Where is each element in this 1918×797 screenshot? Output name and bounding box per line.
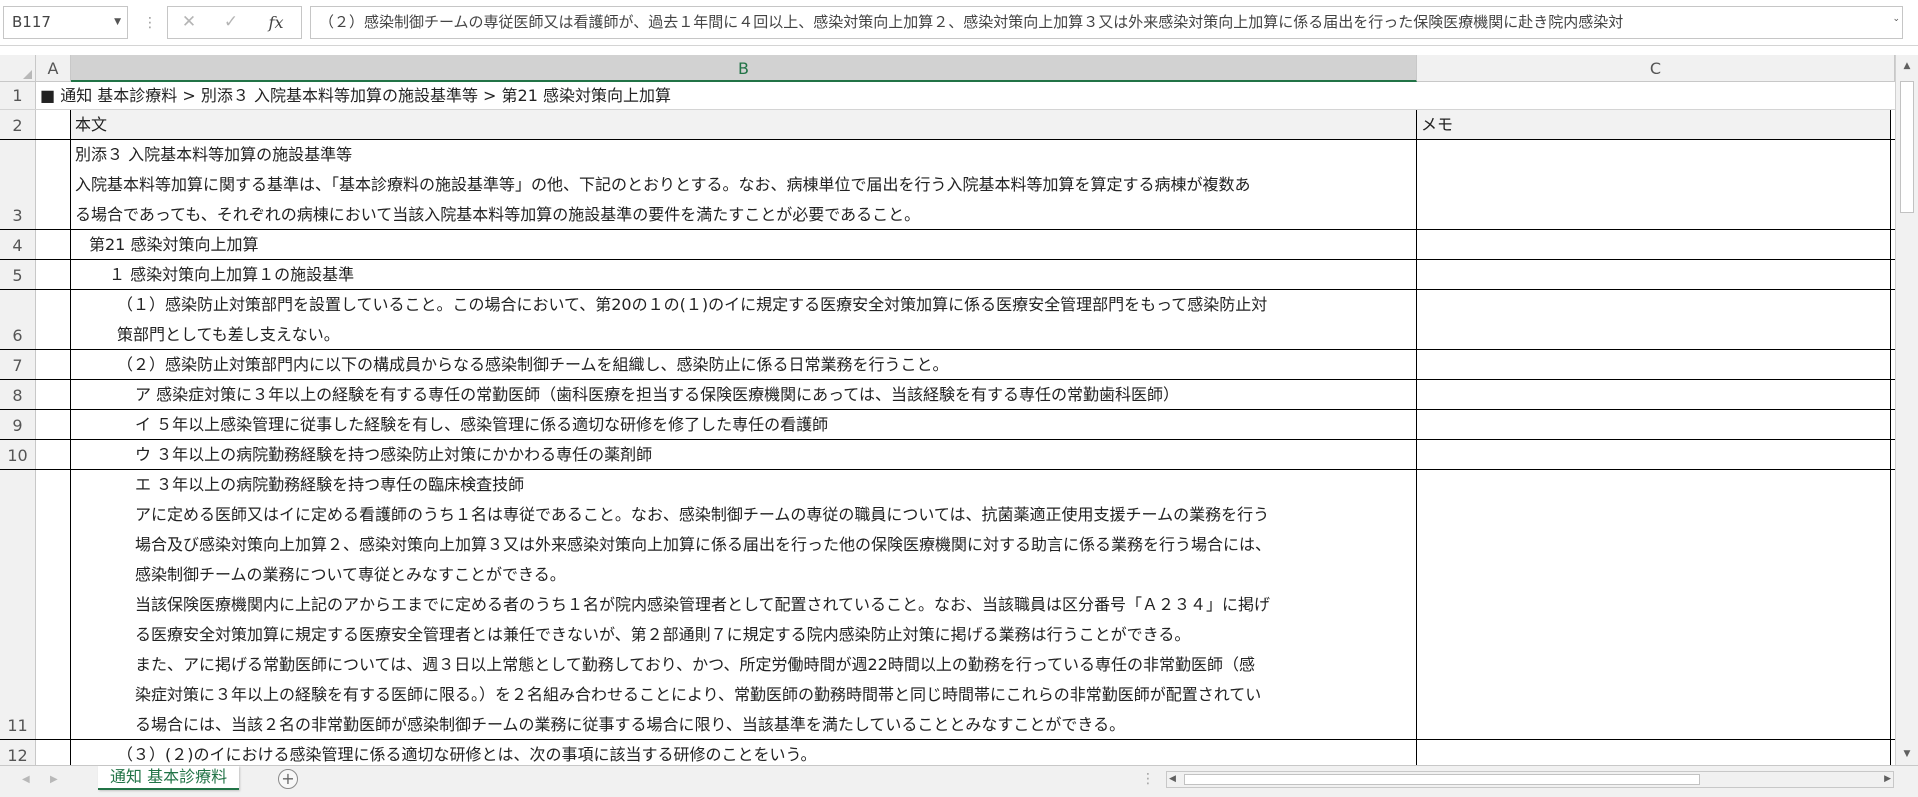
cell-b9[interactable]: イ ５年以上感染管理に従事した経験を有し、感染管理に係る適切な研修を修了した専任… — [71, 410, 1417, 439]
table-row: 7 （２）感染防止対策部門内に以下の構成員からなる感染制御チームを組織し、感染防… — [0, 350, 1895, 380]
cell-b12[interactable]: （３）(２)のイにおける感染管理に係る適切な研修とは、次の事項に該当する研修のこ… — [71, 740, 1417, 765]
vertical-scroll-thumb[interactable] — [1900, 81, 1914, 213]
row-header[interactable]: 9 — [0, 410, 36, 439]
sheet-tab-active[interactable]: 通知 基本診療料 — [98, 766, 240, 790]
column-header-c[interactable]: C — [1417, 55, 1895, 82]
sheet-tab-bar: ◀ ▶ 通知 基本診療料 + ⋮ ◀ ▶ — [0, 765, 1918, 797]
cell-a6[interactable] — [36, 290, 71, 349]
formula-bar: B117 ▼ ⋮ ✕ ✓ fx （２）感染制御チームの専従医師又は看護師が、過去… — [0, 0, 1918, 46]
cell-c3[interactable] — [1417, 140, 1891, 229]
table-row: 11 エ ３年以上の病院勤務経験を持つ専任の臨床検査技師 アに定める医師又はイに… — [0, 470, 1895, 740]
table-row: 5 １ 感染対策向上加算１の施設基準 — [0, 260, 1895, 290]
cancel-icon[interactable]: ✕ — [174, 7, 204, 38]
cell-a11[interactable] — [36, 470, 71, 739]
column-headers: A B C — [0, 55, 1895, 82]
table-row: 2 本文 メモ — [0, 110, 1895, 140]
table-row: 9 イ ５年以上感染管理に従事した経験を有し、感染管理に係る適切な研修を修了した… — [0, 410, 1895, 440]
table-row: 10 ウ ３年以上の病院勤務経験を持つ感染防止対策にかかわる専任の薬剤師 — [0, 440, 1895, 470]
cell-c4[interactable] — [1417, 230, 1891, 259]
cell-b4[interactable]: 第21 感染対策向上加算 — [71, 230, 1417, 259]
cell-a7[interactable] — [36, 350, 71, 379]
cell-b1[interactable]: ■ 通知 基本診療料 > 別添３ 入院基本料等加算の施設基準等 > 第21 感染… — [36, 82, 1856, 109]
expand-formula-bar-icon[interactable]: ⌄ — [1892, 14, 1900, 24]
scroll-right-icon[interactable]: ▶ — [1884, 772, 1891, 787]
cell-c2[interactable]: メモ — [1417, 110, 1891, 139]
row-header[interactable]: 5 — [0, 260, 36, 289]
cell-a10[interactable] — [36, 440, 71, 469]
cell-c11[interactable] — [1417, 470, 1891, 739]
table-row: 3 別添３ 入院基本料等加算の施設基準等 入院基本料等加算に関する基準は、「基本… — [0, 140, 1895, 230]
cell-b7[interactable]: （２）感染防止対策部門内に以下の構成員からなる感染制御チームを組織し、感染防止に… — [71, 350, 1417, 379]
scroll-down-icon[interactable]: ▼ — [1896, 743, 1918, 765]
cell-a5[interactable] — [36, 260, 71, 289]
prev-sheet-icon[interactable]: ◀ — [22, 770, 30, 790]
row-header[interactable]: 8 — [0, 380, 36, 409]
cell-c12[interactable] — [1417, 740, 1891, 765]
row-header[interactable]: 6 — [0, 290, 36, 349]
cell-b2[interactable]: 本文 — [71, 110, 1417, 139]
name-box[interactable]: B117 ▼ — [3, 6, 128, 39]
cell-b8[interactable]: ア 感染症対策に３年以上の経験を有する専任の常勤医師（歯科医療を担当する保険医療… — [71, 380, 1417, 409]
table-row: 12 （３）(２)のイにおける感染管理に係る適切な研修とは、次の事項に該当する研… — [0, 740, 1895, 765]
table-row: 1 ■ 通知 基本診療料 > 別添３ 入院基本料等加算の施設基準等 > 第21 … — [0, 82, 1895, 110]
cell-a4[interactable] — [36, 230, 71, 259]
cell-b11[interactable]: エ ３年以上の病院勤務経験を持つ専任の臨床検査技師 アに定める医師又はイに定める… — [71, 470, 1417, 739]
vertical-scrollbar[interactable]: ▲ ▼ — [1895, 55, 1918, 765]
cell-c8[interactable] — [1417, 380, 1891, 409]
row-header[interactable]: 7 — [0, 350, 36, 379]
row-header[interactable]: 1 — [0, 82, 36, 109]
cell-b6[interactable]: （１）感染防止対策部門を設置していること。この場合において、第20の１の(１)の… — [71, 290, 1417, 349]
formula-input[interactable]: （２）感染制御チームの専従医師又は看護師が、過去１年間に４回以上、感染対策向上加… — [310, 6, 1903, 39]
cell-c7[interactable] — [1417, 350, 1891, 379]
tab-split-grip-icon[interactable]: ⋮ — [1141, 771, 1155, 787]
horizontal-scroll-thumb[interactable] — [1184, 774, 1700, 785]
row-header[interactable]: 12 — [0, 740, 36, 765]
horizontal-scrollbar[interactable]: ◀ ▶ — [1166, 771, 1894, 788]
formula-controls: ✕ ✓ fx — [167, 6, 302, 39]
cell-b3[interactable]: 別添３ 入院基本料等加算の施設基準等 入院基本料等加算に関する基準は、「基本診療… — [71, 140, 1417, 229]
cell-a8[interactable] — [36, 380, 71, 409]
formula-bar-grip-icon: ⋮ — [143, 15, 157, 31]
cell-c10[interactable] — [1417, 440, 1891, 469]
row-header[interactable]: 2 — [0, 110, 36, 139]
row-header[interactable]: 4 — [0, 230, 36, 259]
column-header-b[interactable]: B — [71, 55, 1417, 82]
name-box-value: B117 — [12, 13, 51, 31]
add-sheet-icon[interactable]: + — [278, 769, 298, 789]
name-box-dropdown-icon[interactable]: ▼ — [114, 7, 121, 38]
cell-b5[interactable]: １ 感染対策向上加算１の施設基準 — [71, 260, 1417, 289]
scroll-up-icon[interactable]: ▲ — [1896, 55, 1918, 77]
cell-a2[interactable] — [36, 110, 71, 139]
table-row: 8 ア 感染症対策に３年以上の経験を有する専任の常勤医師（歯科医療を担当する保険… — [0, 380, 1895, 410]
cell-a12[interactable] — [36, 740, 71, 765]
cell-b10[interactable]: ウ ３年以上の病院勤務経験を持つ感染防止対策にかかわる専任の薬剤師 — [71, 440, 1417, 469]
cell-a3[interactable] — [36, 140, 71, 229]
table-row: 6 （１）感染防止対策部門を設置していること。この場合において、第20の１の(１… — [0, 290, 1895, 350]
select-all-button[interactable] — [0, 55, 36, 82]
cell-c6[interactable] — [1417, 290, 1891, 349]
next-sheet-icon[interactable]: ▶ — [50, 770, 58, 790]
row-header[interactable]: 11 — [0, 470, 36, 739]
column-header-a[interactable]: A — [36, 55, 71, 82]
cell-c9[interactable] — [1417, 410, 1891, 439]
insert-function-icon[interactable]: fx — [261, 7, 291, 38]
scroll-left-icon[interactable]: ◀ — [1169, 772, 1176, 787]
row-header[interactable]: 3 — [0, 140, 36, 229]
enter-icon[interactable]: ✓ — [216, 7, 246, 38]
row-header[interactable]: 10 — [0, 440, 36, 469]
cell-a9[interactable] — [36, 410, 71, 439]
cell-c5[interactable] — [1417, 260, 1891, 289]
cell-grid: 1 ■ 通知 基本診療料 > 別添３ 入院基本料等加算の施設基準等 > 第21 … — [0, 82, 1895, 765]
table-row: 4 第21 感染対策向上加算 — [0, 230, 1895, 260]
